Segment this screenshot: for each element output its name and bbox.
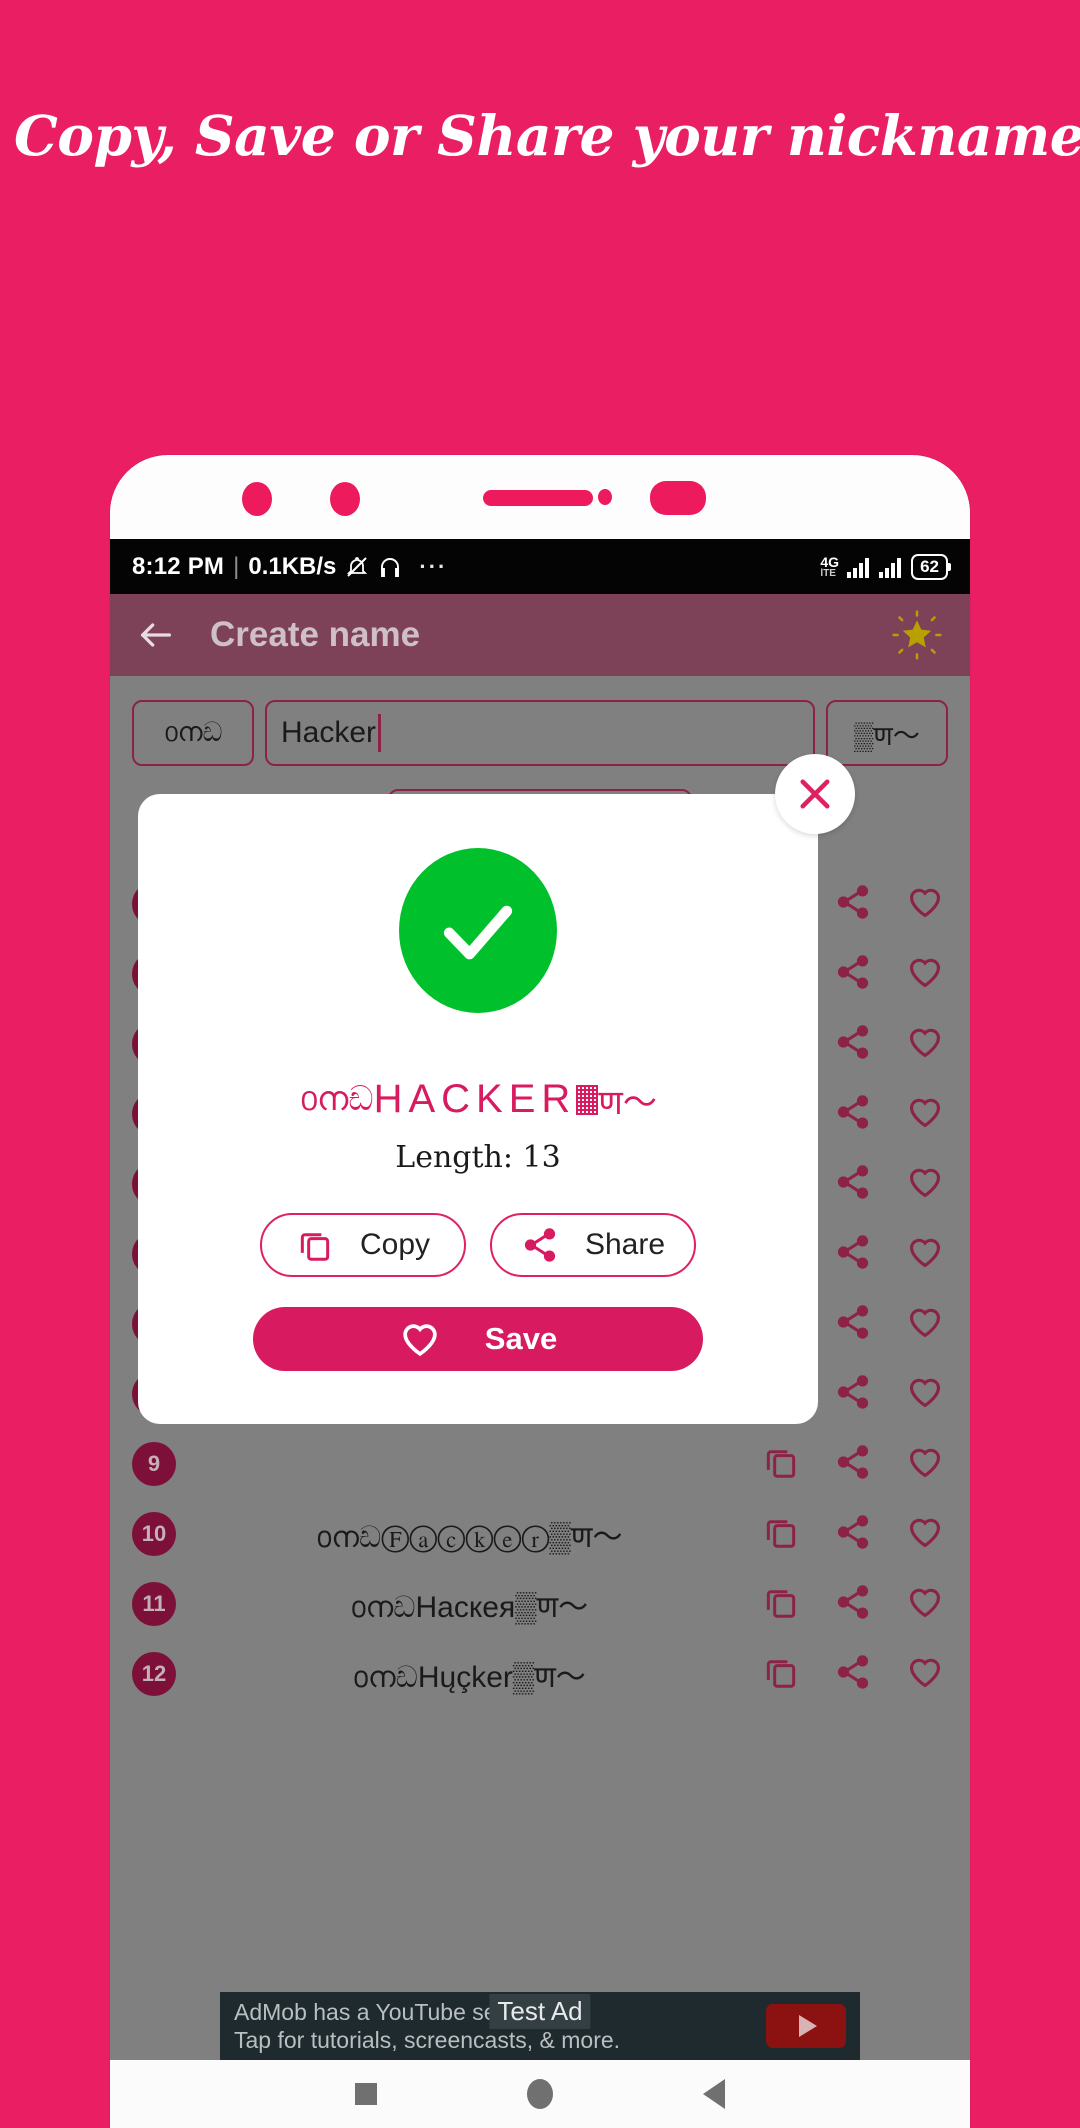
heart-outline-icon[interactable] (906, 883, 944, 926)
promo-banner: 👉 Copy, Save or Share your nickname (0, 0, 1080, 300)
heart-outline-icon[interactable] (906, 953, 944, 996)
prefix-decoration-input[interactable]: ൦നඩ (132, 700, 254, 766)
row-number: 12 (132, 1652, 176, 1696)
sensor-dot-1 (242, 482, 272, 516)
status-time: 8:12 PM (132, 552, 225, 580)
dialog-length-label: Length: 13 (395, 1140, 561, 1175)
share-icon[interactable] (834, 1653, 872, 1696)
copy-button-label: Copy (359, 1228, 431, 1261)
copy-icon[interactable] (762, 1583, 800, 1626)
success-dialog: ൦നඩ HACKER ण〜 Length: 13 Copy Share Save (138, 754, 855, 1424)
share-button-label: Share (584, 1228, 666, 1261)
sensor-dot-2 (330, 482, 360, 516)
heart-outline-icon[interactable] (906, 1373, 944, 1416)
row-number: 11 (132, 1582, 176, 1626)
copy-icon[interactable] (762, 1653, 800, 1696)
share-icon[interactable] (834, 1023, 872, 1066)
heart-outline-icon[interactable] (906, 1443, 944, 1486)
test-ad-label: Test Ad (489, 1994, 591, 2029)
promo-text: Copy, Save or Share your nickname (14, 102, 1080, 168)
ad-line-2: Tap for tutorials, screencasts, & more. (234, 2027, 621, 2053)
heart-outline-icon[interactable] (906, 1583, 944, 1626)
copy-icon (296, 1226, 334, 1264)
circle-home-icon[interactable] (527, 2079, 553, 2109)
back-arrow-icon[interactable] (136, 615, 176, 655)
square-recents-icon[interactable] (355, 2083, 377, 2105)
row-nickname: ൦നඩНаскея▒ण〜 (349, 1591, 589, 1624)
table-row[interactable]: 11 ൦നඩНаскея▒ण〜 (132, 1569, 948, 1639)
heart-outline-icon[interactable] (906, 1653, 944, 1696)
share-button[interactable]: Share (490, 1213, 696, 1277)
suffix-decoration-value: ▒ण〜 (854, 720, 920, 751)
dialog-nickname-prefix: ൦നඩ (299, 1080, 374, 1118)
bell-muted-icon (345, 555, 369, 579)
copy-icon[interactable] (762, 1443, 800, 1486)
save-button-label: Save (484, 1321, 558, 1356)
share-icon[interactable] (834, 953, 872, 996)
heart-outline-icon[interactable] (906, 1163, 944, 1206)
heart-outline-icon[interactable] (906, 1513, 944, 1556)
close-x-icon[interactable] (775, 754, 855, 834)
suffix-decoration-input[interactable]: ▒ण〜 (826, 700, 948, 766)
copy-icon[interactable] (762, 1513, 800, 1556)
share-icon[interactable] (834, 1443, 872, 1486)
input-row: ൦നඩ Hacker ▒ण〜 (110, 676, 970, 766)
table-row[interactable]: 12 ൦നඩHųçker▒ण〜 (132, 1639, 948, 1709)
row-number: 9 (132, 1442, 176, 1486)
battery-indicator: 62 (911, 553, 951, 580)
heart-outline-icon (399, 1318, 441, 1360)
sensor-dot-3 (598, 489, 612, 505)
headphone-icon (378, 555, 402, 579)
dialog-nickname-block (576, 1084, 599, 1115)
status-network-speed: 0.1KB/s (248, 552, 337, 580)
sparkle-star-icon[interactable] (890, 608, 944, 662)
success-checkmark-badge (399, 848, 557, 1013)
front-camera (650, 481, 706, 515)
share-icon[interactable] (834, 1513, 872, 1556)
signal-bars-sim1-icon (847, 556, 870, 578)
phone-screen: 8:12 PM | 0.1KB/s ··· 4G lTE 62 Create n… (110, 539, 970, 2060)
dialog-actions: Copy Share (260, 1213, 696, 1277)
share-icon[interactable] (834, 1233, 872, 1276)
row-nickname: ൦നඩⒻⓐⓒⓚⓔⓡ▒ण〜 (315, 1521, 623, 1554)
share-icon (521, 1226, 559, 1264)
save-button[interactable]: Save (253, 1307, 703, 1371)
heart-outline-icon[interactable] (906, 1303, 944, 1346)
dialog-nickname-text: HACKER (373, 1077, 577, 1121)
dialog-nickname: ൦നඩ HACKER ण〜 (299, 1075, 657, 1124)
table-row[interactable]: 9 (132, 1429, 948, 1499)
heart-outline-icon[interactable] (906, 1023, 944, 1066)
heart-outline-icon[interactable] (906, 1233, 944, 1276)
row-nickname: ൦നඩHųçker▒ण〜 (352, 1661, 586, 1694)
share-icon[interactable] (834, 1373, 872, 1416)
phone-mockup: 8:12 PM | 0.1KB/s ··· 4G lTE 62 Create n… (110, 455, 970, 2128)
share-icon[interactable] (834, 1163, 872, 1206)
name-input[interactable]: Hacker (265, 700, 815, 766)
earpiece-speaker (483, 490, 593, 506)
text-caret (378, 714, 382, 752)
youtube-play-icon[interactable] (766, 2004, 846, 2048)
status-separator: | (233, 552, 240, 580)
page-title: Create name (210, 615, 421, 654)
status-bar: 8:12 PM | 0.1KB/s ··· 4G lTE 62 (110, 539, 970, 594)
share-icon[interactable] (834, 1583, 872, 1626)
ad-banner[interactable]: AdMob has a YouTube series! Tap for tuto… (220, 1992, 860, 2060)
heart-outline-icon[interactable] (906, 1093, 944, 1136)
network-type-label: 4G lTE (820, 553, 840, 579)
copy-button[interactable]: Copy (260, 1213, 466, 1277)
android-nav-bar (110, 2060, 970, 2128)
status-overflow: ··· (419, 553, 448, 579)
row-number: 10 (132, 1512, 176, 1556)
share-icon[interactable] (834, 883, 872, 926)
signal-bars-sim2-icon (879, 556, 902, 578)
dialog-nickname-suffix: ण〜 (598, 1084, 657, 1122)
table-row[interactable]: 10 ൦നඩⒻⓐⓒⓚⓔⓡ▒ण〜 (132, 1499, 948, 1569)
phone-top-sensors (110, 455, 970, 539)
name-input-value: Hacker (281, 716, 377, 749)
prefix-decoration-value: ൦നඩ (163, 717, 223, 747)
triangle-back-icon[interactable] (703, 2079, 725, 2109)
share-icon[interactable] (834, 1093, 872, 1136)
share-icon[interactable] (834, 1303, 872, 1346)
app-bar: Create name (110, 594, 970, 676)
